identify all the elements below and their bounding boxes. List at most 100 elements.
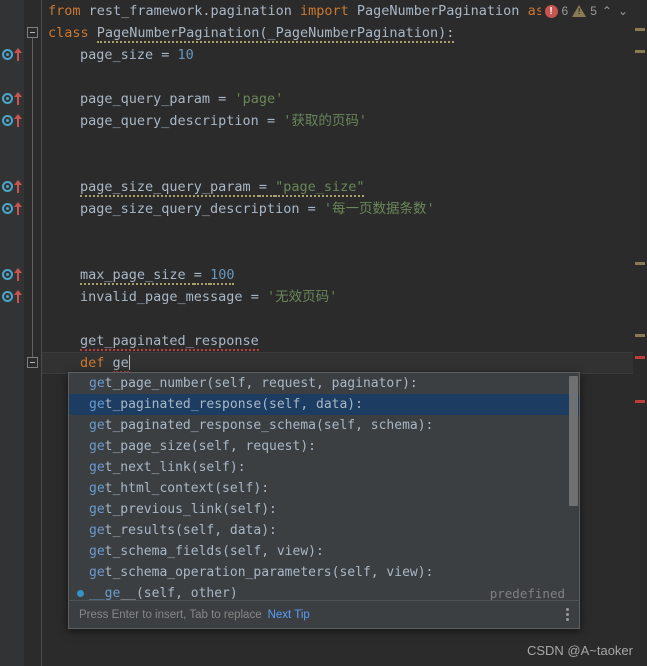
code-token: get_paginated_response <box>80 333 259 351</box>
inspection-marker[interactable] <box>635 334 645 337</box>
code-token: PageNumberPagination <box>356 3 528 19</box>
code-token: class <box>48 25 97 41</box>
completion-item[interactable]: __ge __ (self, other) predefined <box>69 583 579 601</box>
code-token: invalid_page_message <box>80 289 251 305</box>
completion-item-match: ge <box>89 502 105 517</box>
override-marker-icon[interactable] <box>2 178 24 195</box>
editor-fold-gutter[interactable] <box>24 0 42 666</box>
code-completion-popup[interactable]: ge t_page_number (self, request, paginator… <box>68 372 580 629</box>
completion-item-tail: predefined <box>489 586 565 601</box>
completion-item-match: ge <box>89 523 105 538</box>
completion-item-match: ge <box>89 397 105 412</box>
predefined-bullet-icon <box>77 590 84 597</box>
code-token: page_query_param <box>80 91 219 107</box>
code-line: page_size_query_description = '每一页数据条数' <box>80 198 435 220</box>
completion-item-match: ge <box>89 376 105 391</box>
inspection-marker[interactable] <box>635 50 645 53</box>
code-token: page_size_query_param <box>80 179 259 197</box>
code-token: '每一页数据条数' <box>323 201 435 217</box>
code-token: PageNumberPagination(_PageNumberPaginati… <box>96 25 455 43</box>
inspection-marker[interactable] <box>635 400 645 403</box>
completion-item[interactable]: ge t_page_size (self, request): <box>69 436 579 457</box>
implements-arrow-icon <box>14 48 22 61</box>
watermark: CSDN @A~taoker <box>526 643 633 658</box>
code-token: import <box>299 3 357 19</box>
override-marker-icon[interactable] <box>2 90 24 107</box>
code-line: invalid_page_message = '无效页码' <box>80 286 337 308</box>
completion-item[interactable]: ge t_results (self, data): <box>69 520 579 541</box>
completion-item[interactable]: ge t_page_number (self, request, paginator… <box>69 373 579 394</box>
code-token: = <box>266 113 284 129</box>
current-line-highlight <box>42 352 633 374</box>
completion-item[interactable]: ge t_schema_fields (self, view): <box>69 541 579 562</box>
completion-item-signature: (self, data): <box>175 523 277 538</box>
code-line: page_query_description = '获取的页码' <box>80 110 367 132</box>
completion-item-match: __ge <box>89 586 121 601</box>
inspection-marker[interactable] <box>635 356 645 359</box>
inspection-marker[interactable] <box>635 28 645 31</box>
inspection-marker[interactable] <box>635 262 645 265</box>
completion-item-name: t_paginated_response_schema <box>104 418 316 433</box>
completion-footer: Press Enter to insert, Tab to replace Ne… <box>69 600 579 628</box>
completion-item-match: ge <box>89 544 105 559</box>
completion-item-match: ge <box>89 481 105 496</box>
completion-item-name: t_page_number <box>104 376 207 391</box>
override-marker-icon[interactable] <box>2 266 24 283</box>
chevron-up-icon[interactable]: ⌃ <box>601 4 613 18</box>
code-token: page_size <box>80 47 162 63</box>
code-token: page_query_description <box>80 113 267 129</box>
completion-list[interactable]: ge t_page_number (self, request, paginator… <box>69 373 579 601</box>
completion-item-name: t_previous_link <box>104 502 223 517</box>
completion-scrollbar[interactable] <box>569 374 578 601</box>
overridden-member-icon <box>2 115 13 126</box>
code-token: = <box>218 91 235 107</box>
fold-toggle-icon[interactable] <box>27 357 38 368</box>
code-token: "page_size" <box>275 179 365 197</box>
code-token: 'page' <box>234 91 284 107</box>
completion-item-name: t_results <box>104 523 176 538</box>
completion-item[interactable]: ge t_paginated_response (self, data): <box>69 394 579 415</box>
warning-icon <box>572 5 587 17</box>
completion-item[interactable]: ge t_next_link (self): <box>69 457 579 478</box>
code-token: = <box>307 201 324 217</box>
override-marker-icon[interactable] <box>2 46 24 63</box>
code-line: page_query_param = 'page' <box>80 88 283 110</box>
implements-arrow-icon <box>14 202 22 215</box>
code-token: = <box>250 289 267 305</box>
next-tip-link[interactable]: Next Tip <box>268 609 310 621</box>
override-marker-icon[interactable] <box>2 200 24 217</box>
overridden-member-icon <box>2 203 13 214</box>
completion-item-match: ge <box>89 439 105 454</box>
code-token: = <box>193 267 211 285</box>
inspection-widget[interactable]: ! 6 5 ⌃ ⌄ <box>540 0 633 22</box>
completion-item-signature: (self, schema): <box>315 418 434 433</box>
overridden-member-icon <box>2 93 13 104</box>
editor-marker-strip[interactable] <box>633 0 647 666</box>
completion-item-signature: (self, request): <box>190 439 316 454</box>
completion-item-name: t_schema_fields <box>104 544 223 559</box>
overridden-member-icon <box>2 291 13 302</box>
completion-scrollbar-thumb[interactable] <box>569 376 578 506</box>
chevron-down-icon[interactable]: ⌄ <box>617 4 629 18</box>
completion-item[interactable]: ge t_schema_operation_parameters (self, vi… <box>69 562 579 583</box>
completion-item-signature: (self, data): <box>261 397 363 412</box>
fold-toggle-icon[interactable] <box>27 27 38 38</box>
completion-item-name: t_paginated_response <box>104 397 262 412</box>
completion-item-signature: (self, other) <box>135 586 238 601</box>
completion-item[interactable]: ge t_html_context (self): <box>69 478 579 499</box>
completion-item-signature: (self, view): <box>222 544 324 559</box>
code-line: page_size_query_param = "page_size" <box>80 176 365 198</box>
code-token: '无效页码' <box>266 289 338 305</box>
implements-arrow-icon <box>14 92 22 105</box>
override-marker-icon[interactable] <box>2 288 24 305</box>
implements-arrow-icon <box>14 290 22 303</box>
overridden-member-icon <box>2 181 13 192</box>
completion-item-signature: (self, request, paginator): <box>206 376 418 391</box>
completion-item-name: t_html_context <box>104 481 215 496</box>
more-options-icon[interactable] <box>566 608 569 621</box>
ide-window: from rest_framework.pagination import Pa… <box>0 0 647 666</box>
override-marker-icon[interactable] <box>2 112 24 129</box>
completion-item[interactable]: ge t_paginated_response_schema (self, sche… <box>69 415 579 436</box>
completion-item[interactable]: ge t_previous_link (self): <box>69 499 579 520</box>
completion-item-name: t_page_size <box>104 439 191 454</box>
